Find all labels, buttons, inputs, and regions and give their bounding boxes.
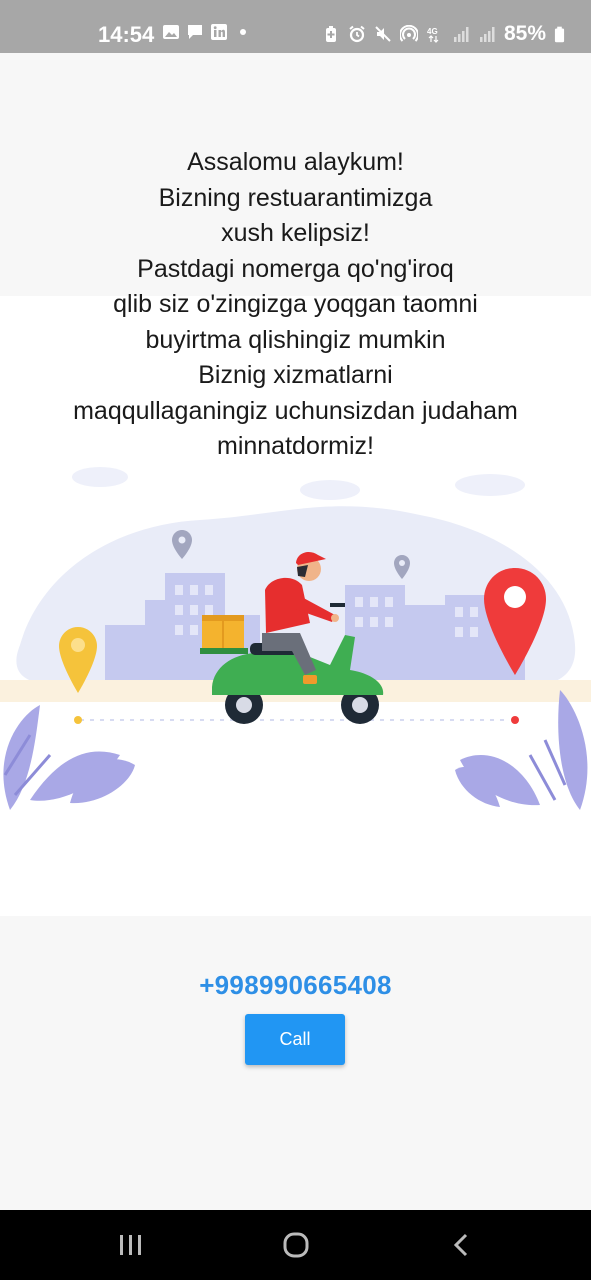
mute-icon bbox=[375, 26, 391, 42]
plant-right bbox=[455, 690, 588, 810]
status-bar: 14:54 4G 85% bbox=[0, 0, 591, 53]
end-dot bbox=[511, 716, 519, 724]
chat-icon bbox=[188, 25, 202, 39]
pin-dot bbox=[71, 638, 85, 652]
status-time: 14:54 bbox=[98, 22, 155, 47]
home-icon[interactable] bbox=[276, 1228, 316, 1262]
system-icons: 4G 85% bbox=[322, 22, 565, 46]
greeting-line: Assalomu alaykum! bbox=[187, 148, 404, 176]
greeting-line: Biznig xizmatlarni bbox=[198, 361, 393, 389]
phone-number[interactable]: +998990665408 bbox=[0, 970, 591, 1001]
cloud-shapes bbox=[72, 467, 525, 500]
greeting-line: buyirtma qlishingiz mumkin bbox=[145, 325, 446, 354]
app-screen: 14:54 4G 85% Assalomu alaykum! Bizning r… bbox=[0, 0, 591, 1280]
signal-icon-2 bbox=[479, 27, 495, 42]
delivery-scooter-illustration bbox=[0, 467, 591, 810]
greeting-line: xush kelipsiz! bbox=[221, 219, 370, 247]
battery-percentage: 85% bbox=[503, 22, 546, 45]
greeting-line: maqqullaganingiz uchunsizdan judaham bbox=[73, 396, 518, 425]
battery-saver-icon bbox=[325, 26, 336, 42]
navigation-bar bbox=[0, 1210, 591, 1280]
pin-dot bbox=[504, 586, 526, 608]
linkedin-icon bbox=[211, 24, 227, 40]
plant-left bbox=[3, 705, 135, 810]
battery-icon bbox=[554, 26, 565, 43]
greeting-text: Assalomu alaykum! Bizning restuarantimiz… bbox=[20, 145, 571, 465]
image-icon bbox=[163, 25, 179, 39]
recent-apps-icon[interactable] bbox=[111, 1228, 151, 1262]
dot-icon bbox=[240, 29, 246, 35]
4g-icon: 4G bbox=[427, 27, 439, 43]
greeting-line: Pastdagi nomerga qo'ng'iroq bbox=[137, 254, 454, 283]
hotspot-icon bbox=[399, 25, 418, 42]
pin-dot bbox=[399, 560, 405, 566]
greeting-line: Bizning restuarantimizga bbox=[158, 183, 433, 212]
svg-text:4G: 4G bbox=[427, 27, 438, 36]
start-dot bbox=[74, 716, 82, 724]
greeting-line: qlib siz o'zingizga yoqgan taomni bbox=[113, 290, 478, 318]
back-icon[interactable] bbox=[441, 1228, 481, 1262]
notification-icons bbox=[162, 23, 252, 41]
call-button[interactable]: Call bbox=[245, 1014, 345, 1065]
pin-dot bbox=[178, 536, 186, 544]
signal-icon bbox=[453, 27, 469, 42]
alarm-icon bbox=[349, 25, 365, 43]
